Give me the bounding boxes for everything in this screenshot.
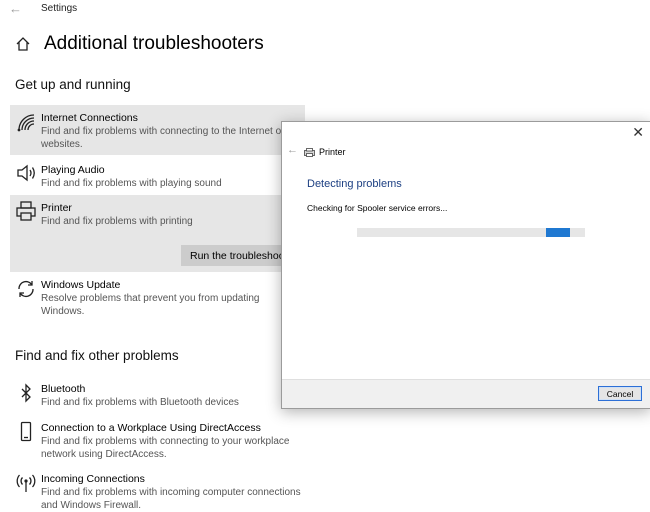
troubleshooter-description: Find and fix problems with playing sound xyxy=(41,178,222,189)
app-title: Settings xyxy=(41,3,78,14)
troubleshooter-title: Windows Update xyxy=(41,279,121,291)
antenna-icon xyxy=(16,474,36,492)
status-text: Checking for Spooler service errors... xyxy=(307,203,448,213)
back-arrow-icon[interactable]: ← xyxy=(9,1,22,16)
close-icon[interactable]: ✕ xyxy=(632,124,644,141)
troubleshooter-internet-connections[interactable]: Internet Connections Find and fix proble… xyxy=(10,105,305,155)
printer-icon xyxy=(16,201,36,221)
troubleshooter-description: Resolve problems that prevent you from u… xyxy=(41,293,260,317)
home-icon[interactable] xyxy=(15,36,31,52)
troubleshooter-description: Find and fix problems with connecting to… xyxy=(41,436,290,460)
bluetooth-icon xyxy=(21,383,31,403)
troubleshooter-title: Bluetooth xyxy=(41,383,86,395)
troubleshooter-title: Printer xyxy=(41,202,72,214)
troubleshooter-description: Find and fix problems with incoming comp… xyxy=(41,487,301,511)
wifi-icon xyxy=(17,114,35,132)
title-bar: ← Settings xyxy=(0,0,650,22)
dialog-heading: Detecting problems xyxy=(307,178,402,190)
dialog-title: Printer xyxy=(319,147,346,157)
phone-icon xyxy=(20,421,32,442)
printer-troubleshooter-dialog: ✕ ← Printer Detecting problems Checking … xyxy=(281,121,650,409)
speaker-icon xyxy=(17,164,35,182)
update-icon xyxy=(18,281,34,297)
progress-bar xyxy=(357,228,585,237)
troubleshooter-windows-update[interactable]: Windows Update Resolve problems that pre… xyxy=(10,274,305,324)
cancel-button[interactable]: Cancel xyxy=(598,386,642,401)
troubleshooter-directaccess[interactable]: Connection to a Workplace Using DirectAc… xyxy=(10,417,305,465)
back-arrow-icon[interactable]: ← xyxy=(287,144,298,156)
page-title: Additional troubleshooters xyxy=(44,33,264,54)
troubleshooter-description: Find and fix problems with printing xyxy=(41,216,193,227)
troubleshooter-title: Connection to a Workplace Using DirectAc… xyxy=(41,422,261,434)
troubleshooter-incoming-connections[interactable]: Incoming Connections Find and fix proble… xyxy=(10,468,305,511)
printer-icon xyxy=(304,148,315,157)
troubleshooter-description: Find and fix problems with Bluetooth dev… xyxy=(41,397,239,408)
troubleshooter-bluetooth[interactable]: Bluetooth Find and fix problems with Blu… xyxy=(10,378,305,414)
troubleshooter-playing-audio[interactable]: Playing Audio Find and fix problems with… xyxy=(10,157,305,193)
troubleshooter-description: Find and fix problems with connecting to… xyxy=(41,126,285,150)
troubleshooter-title: Internet Connections xyxy=(41,112,138,124)
run-troubleshooter-button[interactable]: Run the troubleshooter xyxy=(181,245,293,266)
troubleshooter-title: Playing Audio xyxy=(41,164,105,176)
dialog-footer: Cancel xyxy=(282,379,650,408)
section-heading-find-and-fix: Find and fix other problems xyxy=(15,348,179,363)
section-heading-get-up-and-running: Get up and running xyxy=(15,77,131,92)
progress-indicator xyxy=(546,228,570,237)
troubleshooter-title: Incoming Connections xyxy=(41,473,145,485)
